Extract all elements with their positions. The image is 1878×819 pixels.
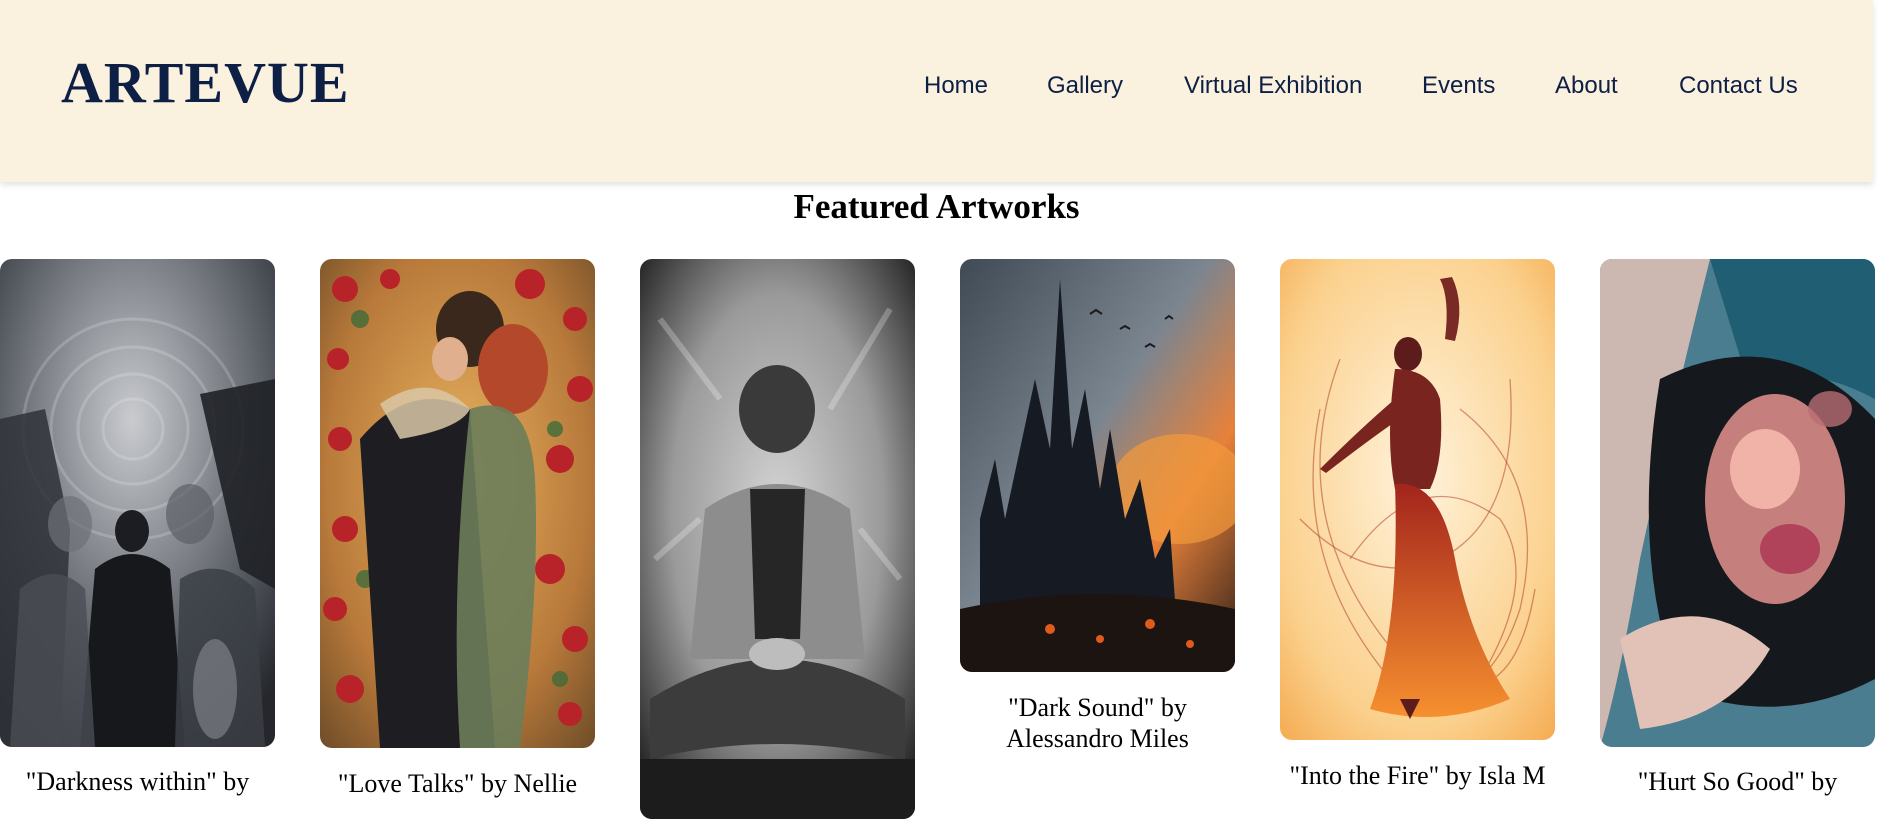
nav-home[interactable]: Home — [924, 72, 988, 100]
artwork-image[interactable] — [0, 259, 275, 747]
nav-virtual-exhibition[interactable]: Virtual Exhibition — [1184, 72, 1362, 100]
artwork-image[interactable] — [960, 259, 1235, 672]
artwork-image[interactable] — [1280, 259, 1555, 740]
nav-about[interactable]: About — [1555, 72, 1618, 100]
artwork-image[interactable] — [320, 259, 595, 748]
artwork-image[interactable] — [640, 259, 915, 819]
artwork-caption: "Dark Sound" by Alessandro Miles — [1006, 693, 1189, 753]
artwork-caption: "Into the Fire" by Isla M — [1289, 761, 1546, 790]
nav-events[interactable]: Events — [1422, 72, 1495, 100]
artwork-caption: "Love Talks" by Nellie — [337, 769, 578, 798]
artwork-image[interactable] — [1600, 259, 1875, 747]
featured-artworks-title: Featured Artworks — [793, 187, 1080, 226]
main-nav: Home Gallery Virtual Exhibition Events A… — [0, 72, 1873, 102]
nav-contact-us[interactable]: Contact Us — [1679, 72, 1798, 100]
artwork-caption: "Darkness within" by — [25, 767, 250, 796]
site-header: ARTEVUE Home Gallery Virtual Exhibition … — [0, 0, 1873, 182]
nav-gallery[interactable]: Gallery — [1047, 72, 1123, 100]
artwork-caption: "Hurt So Good" by — [1637, 767, 1838, 796]
